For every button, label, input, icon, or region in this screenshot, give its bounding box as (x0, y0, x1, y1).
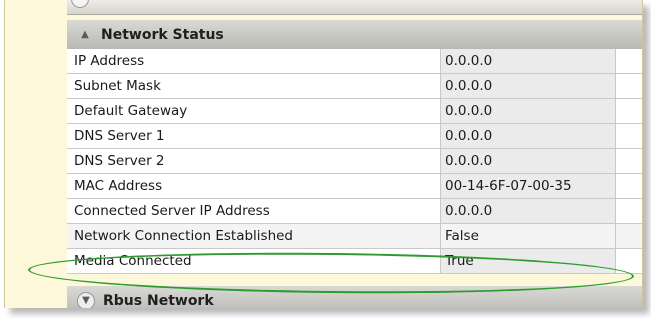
network-status-title: Network Status (101, 26, 224, 43)
property-label: Media Connected (67, 249, 441, 273)
network-status-grid: IP Address 0.0.0.0 Subnet Mask 0.0.0.0 D… (67, 49, 642, 274)
property-row-media-connected[interactable]: Media Connected True (67, 249, 642, 274)
chevron-down-icon[interactable]: ▼ (77, 291, 95, 308)
property-label: DNS Server 1 (67, 124, 441, 148)
property-value[interactable]: 0.0.0.0 (441, 99, 616, 123)
property-value[interactable]: 0.0.0.0 (441, 199, 616, 223)
property-value[interactable]: 0.0.0.0 (441, 149, 616, 173)
property-row-mac-address[interactable]: MAC Address 00-14-6F-07-00-35 (67, 174, 642, 199)
property-row-dns-server-1[interactable]: DNS Server 1 0.0.0.0 (67, 124, 642, 149)
property-label: Subnet Mask (67, 74, 441, 98)
row-filler (616, 74, 642, 98)
panel-gutter (5, 0, 67, 308)
row-filler (616, 174, 642, 198)
property-value[interactable]: 0.0.0.0 (441, 74, 616, 98)
property-value[interactable]: 0.0.0.0 (441, 124, 616, 148)
property-label: MAC Address (67, 174, 441, 198)
row-filler (616, 249, 642, 273)
property-label: DNS Server 2 (67, 149, 441, 173)
property-row-ip-address[interactable]: IP Address 0.0.0.0 (67, 49, 642, 74)
property-label: Default Gateway (67, 99, 441, 123)
property-row-default-gateway[interactable]: Default Gateway 0.0.0.0 (67, 99, 642, 124)
property-label: Network Connection Established (67, 224, 441, 248)
property-value[interactable]: False (441, 224, 616, 248)
property-row-subnet-mask[interactable]: Subnet Mask 0.0.0.0 (67, 74, 642, 99)
property-panel: ▲ Network Status IP Address 0.0.0.0 Subn… (4, 0, 643, 308)
collapse-circle-icon[interactable] (71, 0, 89, 8)
rbus-network-title: Rbus Network (103, 292, 214, 309)
property-row-connected-server-ip[interactable]: Connected Server IP Address 0.0.0.0 (67, 199, 642, 224)
row-filler (616, 99, 642, 123)
previous-section-header[interactable] (67, 0, 642, 15)
property-value[interactable]: True (441, 249, 616, 273)
network-status-header[interactable]: ▲ Network Status (67, 20, 642, 50)
row-filler (616, 49, 642, 73)
rbus-network-header[interactable]: ▼ Rbus Network (67, 286, 642, 308)
row-filler (616, 199, 642, 223)
property-value[interactable]: 00-14-6F-07-00-35 (441, 174, 616, 198)
row-filler (616, 149, 642, 173)
property-label: IP Address (67, 49, 441, 73)
property-row-dns-server-2[interactable]: DNS Server 2 0.0.0.0 (67, 149, 642, 174)
row-filler (616, 124, 642, 148)
property-row-network-connection-established[interactable]: Network Connection Established False (67, 224, 642, 249)
property-value[interactable]: 0.0.0.0 (441, 49, 616, 73)
chevron-up-icon[interactable]: ▲ (77, 27, 93, 43)
row-filler (616, 224, 642, 248)
property-label: Connected Server IP Address (67, 199, 441, 223)
